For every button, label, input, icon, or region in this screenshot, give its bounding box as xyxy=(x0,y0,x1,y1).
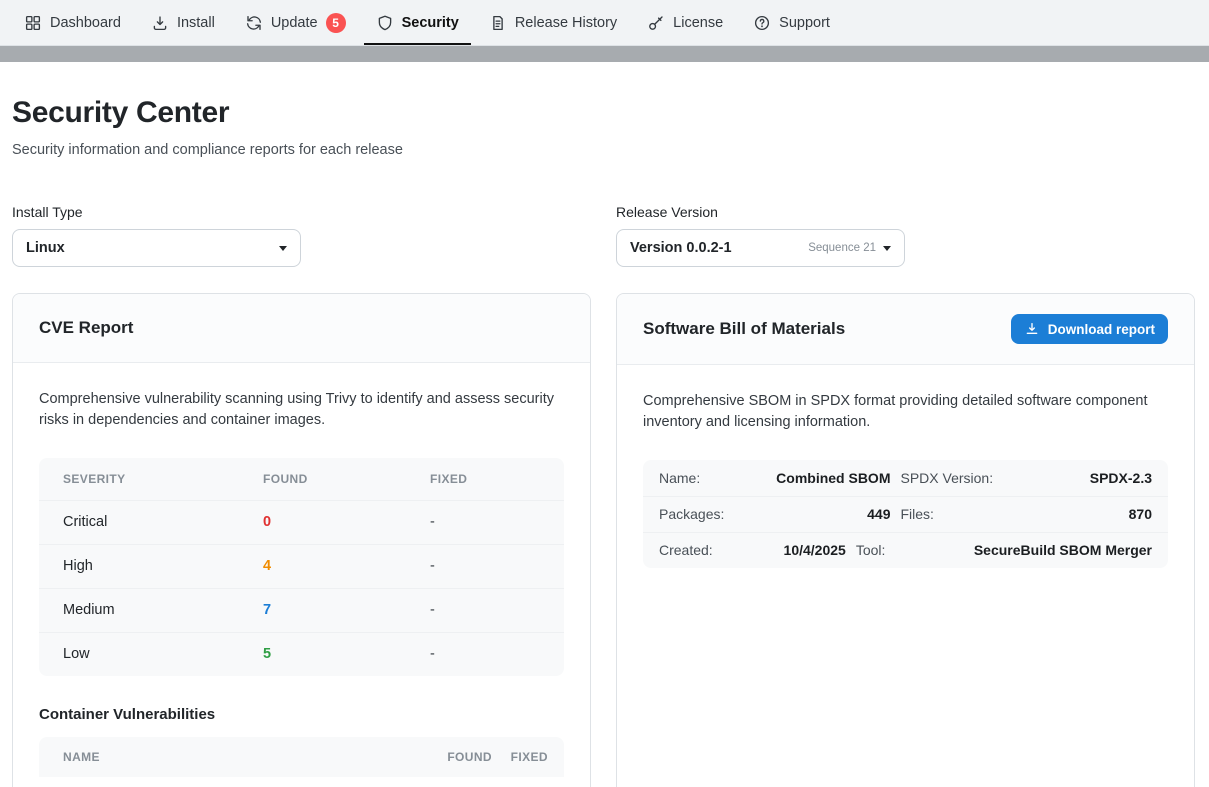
sbom-card: Software Bill of Materials Download repo… xyxy=(616,293,1195,787)
install-type-filter: Install Type Linux xyxy=(12,204,591,267)
nav-item-update[interactable]: Update 5 xyxy=(233,0,358,45)
col-header-found: Found xyxy=(422,750,492,764)
severity-fixed-count: - xyxy=(430,646,540,662)
severity-row-critical: Critical 0 - xyxy=(39,500,564,544)
top-nav: Dashboard Install Update 5 Security Rele… xyxy=(0,0,1209,46)
severity-found-count: 0 xyxy=(263,514,430,530)
detail-value: 870 xyxy=(1019,506,1153,522)
detail-label: Tool: xyxy=(856,542,964,558)
install-type-select[interactable]: Linux xyxy=(12,229,301,267)
nav-label: Update xyxy=(271,15,318,31)
cve-card-body: Comprehensive vulnerability scanning usi… xyxy=(13,363,590,787)
severity-table: Severity Found Fixed Critical 0 - High 4… xyxy=(39,458,564,676)
col-header-found: Found xyxy=(263,472,430,486)
divider-strip xyxy=(0,46,1209,62)
sbom-card-body: Comprehensive SBOM in SPDX format provid… xyxy=(617,365,1194,594)
nav-label: Release History xyxy=(515,15,617,31)
severity-fixed-count: - xyxy=(430,514,540,530)
severity-name: Low xyxy=(63,646,263,662)
nav-label: License xyxy=(673,15,723,31)
severity-name: Medium xyxy=(63,602,263,618)
page-title: Security Center xyxy=(12,96,1195,130)
container-vulnerabilities-title: Container Vulnerabilities xyxy=(39,706,564,723)
nav-label: Support xyxy=(779,15,830,31)
install-type-label: Install Type xyxy=(12,204,591,220)
nav-label: Security xyxy=(402,15,459,31)
filters-row: Install Type Linux Release Version Versi… xyxy=(12,204,1195,267)
severity-table-header: Severity Found Fixed xyxy=(39,458,564,500)
page-subtitle: Security information and compliance repo… xyxy=(12,142,1195,158)
sbom-card-header: Software Bill of Materials Download repo… xyxy=(617,294,1194,365)
download-icon xyxy=(151,14,169,32)
nav-item-install[interactable]: Install xyxy=(139,0,227,45)
severity-found-count: 5 xyxy=(263,646,430,662)
severity-name: High xyxy=(63,558,263,574)
sbom-details-table: Name: Combined SBOM SPDX Version: SPDX-2… xyxy=(643,460,1168,568)
chevron-down-icon xyxy=(883,246,891,251)
update-count-badge: 5 xyxy=(326,13,346,33)
grid-icon xyxy=(24,14,42,32)
detail-value: Combined SBOM xyxy=(757,470,891,486)
sequence-label: Sequence 21 xyxy=(808,242,876,254)
cve-card-title: CVE Report xyxy=(39,318,133,338)
cve-description: Comprehensive vulnerability scanning usi… xyxy=(39,389,564,432)
detail-value: 449 xyxy=(757,506,891,522)
sbom-detail-row: Created: 10/4/2025 Tool: SecureBuild SBO… xyxy=(643,532,1168,568)
detail-value: SPDX-2.3 xyxy=(1019,470,1153,486)
cve-card-header: CVE Report xyxy=(13,294,590,363)
detail-value: 10/4/2025 xyxy=(757,542,846,558)
cards-row: CVE Report Comprehensive vulnerability s… xyxy=(12,293,1195,787)
document-icon xyxy=(489,14,507,32)
detail-label: Files: xyxy=(901,506,1009,522)
nav-item-license[interactable]: License xyxy=(635,0,735,45)
main-content: Security Center Security information and… xyxy=(0,62,1209,787)
nav-item-release-history[interactable]: Release History xyxy=(477,0,629,45)
release-version-filter: Release Version Version 0.0.2-1 Sequence… xyxy=(616,204,1195,267)
nav-label: Dashboard xyxy=(50,15,121,31)
release-version-value: Version 0.0.2-1 xyxy=(630,240,732,256)
severity-row-high: High 4 - xyxy=(39,544,564,588)
help-icon xyxy=(753,14,771,32)
severity-found-count: 4 xyxy=(263,558,430,574)
col-header-fixed: Fixed xyxy=(430,472,540,486)
nav-item-dashboard[interactable]: Dashboard xyxy=(12,0,133,45)
container-table-header: Name Found Fixed xyxy=(39,737,564,777)
nav-item-support[interactable]: Support xyxy=(741,0,842,45)
detail-value: SecureBuild SBOM Merger xyxy=(974,542,1152,558)
severity-row-low: Low 5 - xyxy=(39,632,564,676)
release-version-select[interactable]: Version 0.0.2-1 Sequence 21 xyxy=(616,229,905,267)
col-header-fixed: Fixed xyxy=(492,750,548,764)
cve-report-card: CVE Report Comprehensive vulnerability s… xyxy=(12,293,591,787)
detail-label: Created: xyxy=(659,542,747,558)
sbom-detail-row: Name: Combined SBOM SPDX Version: SPDX-2… xyxy=(643,460,1168,496)
detail-label: SPDX Version: xyxy=(901,470,1009,486)
severity-fixed-count: - xyxy=(430,602,540,618)
severity-row-medium: Medium 7 - xyxy=(39,588,564,632)
shield-icon xyxy=(376,14,394,32)
download-report-button[interactable]: Download report xyxy=(1011,314,1168,344)
col-header-severity: Severity xyxy=(63,472,263,486)
release-version-label: Release Version xyxy=(616,204,1195,220)
nav-item-security[interactable]: Security xyxy=(364,0,471,45)
severity-found-count: 7 xyxy=(263,602,430,618)
nav-label: Install xyxy=(177,15,215,31)
download-report-label: Download report xyxy=(1048,322,1155,337)
sbom-detail-row: Packages: 449 Files: 870 xyxy=(643,496,1168,532)
download-icon xyxy=(1024,321,1040,337)
sbom-card-title: Software Bill of Materials xyxy=(643,319,845,339)
install-type-value: Linux xyxy=(26,240,65,256)
col-header-name: Name xyxy=(63,750,422,764)
detail-label: Name: xyxy=(659,470,747,486)
chevron-down-icon xyxy=(279,246,287,251)
detail-label: Packages: xyxy=(659,506,747,522)
severity-name: Critical xyxy=(63,514,263,530)
refresh-icon xyxy=(245,14,263,32)
key-icon xyxy=(647,14,665,32)
severity-fixed-count: - xyxy=(430,558,540,574)
sbom-description: Comprehensive SBOM in SPDX format provid… xyxy=(643,391,1168,434)
